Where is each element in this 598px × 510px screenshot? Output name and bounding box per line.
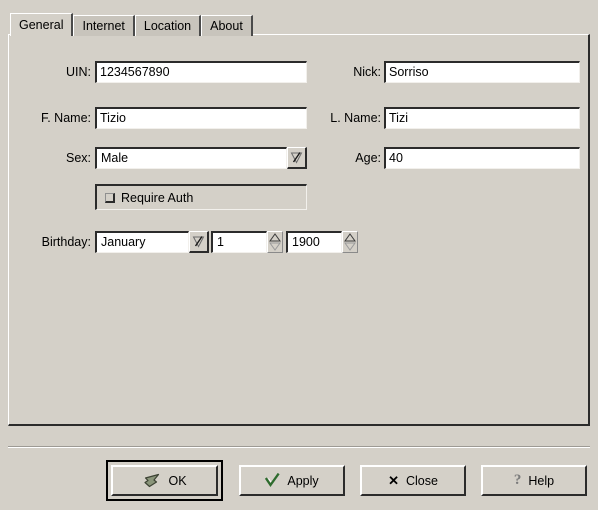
sex-combobox[interactable]: Male — [95, 147, 307, 169]
first-name-input[interactable]: Tizio — [95, 107, 307, 129]
check-icon — [265, 473, 280, 488]
tab-general[interactable]: General — [10, 13, 74, 36]
help-button[interactable]: ? Help — [481, 465, 587, 496]
age-label: Age: — [355, 151, 381, 165]
tab-about-label: About — [210, 19, 243, 33]
tab-location-label: Location — [143, 19, 192, 33]
close-button[interactable]: ✕ Close — [360, 465, 466, 496]
question-mark-icon: ? — [513, 472, 522, 488]
last-name-label: L. Name: — [330, 111, 381, 125]
birthday-day-value[interactable]: 1 — [211, 231, 267, 253]
chevron-down-icon[interactable] — [287, 147, 307, 169]
birthday-year-value[interactable]: 1900 — [286, 231, 342, 253]
tab-internet[interactable]: Internet — [73, 15, 135, 36]
help-button-label: Help — [528, 473, 555, 488]
button-bar-separator — [8, 446, 590, 448]
tab-about[interactable]: About — [201, 15, 253, 36]
apply-button-label: Apply — [287, 473, 319, 488]
nick-input[interactable]: Sorriso — [384, 61, 580, 83]
sex-label: Sex: — [65, 151, 91, 165]
tab-bar: General Internet Location About — [10, 13, 253, 36]
ok-button[interactable]: OK — [106, 460, 223, 501]
birthday-month-value: January — [95, 231, 189, 253]
chevron-down-icon[interactable] — [189, 231, 209, 253]
dialog-button-bar: OK Apply ✕ Close ? Help — [0, 460, 598, 502]
first-name-label: F. Name: — [40, 111, 91, 125]
uin-label: UIN: — [66, 65, 91, 79]
apply-button[interactable]: Apply — [239, 465, 345, 496]
tab-internet-label: Internet — [82, 19, 125, 33]
require-auth-label: Require Auth — [121, 190, 194, 205]
close-button-label: Close — [405, 473, 438, 488]
ok-button-label: OK — [168, 473, 187, 488]
nick-label: Nick: — [353, 65, 381, 79]
x-icon: ✕ — [388, 472, 399, 488]
birthday-year-stepper[interactable] — [342, 231, 358, 253]
general-tab-panel: UIN: 1234567890 Nick: Sorriso F. Name: T… — [8, 34, 590, 426]
birthday-year-spinner[interactable]: 1900 — [286, 231, 360, 253]
pointer-arrow-icon — [142, 472, 161, 489]
age-input[interactable]: 40 — [384, 147, 580, 169]
sex-combobox-value: Male — [95, 147, 287, 169]
uin-input[interactable]: 1234567890 — [95, 61, 307, 83]
birthday-label: Birthday: — [41, 235, 91, 249]
tab-location[interactable]: Location — [134, 15, 202, 36]
birthday-month-combobox[interactable]: January — [95, 231, 209, 253]
require-auth-checkbox[interactable]: Require Auth — [95, 184, 307, 210]
last-name-input[interactable]: Tizi — [384, 107, 580, 129]
birthday-day-stepper[interactable] — [267, 231, 283, 253]
tab-general-label: General — [19, 18, 64, 32]
birthday-day-spinner[interactable]: 1 — [211, 231, 285, 253]
checkbox-box-icon[interactable] — [105, 192, 115, 203]
